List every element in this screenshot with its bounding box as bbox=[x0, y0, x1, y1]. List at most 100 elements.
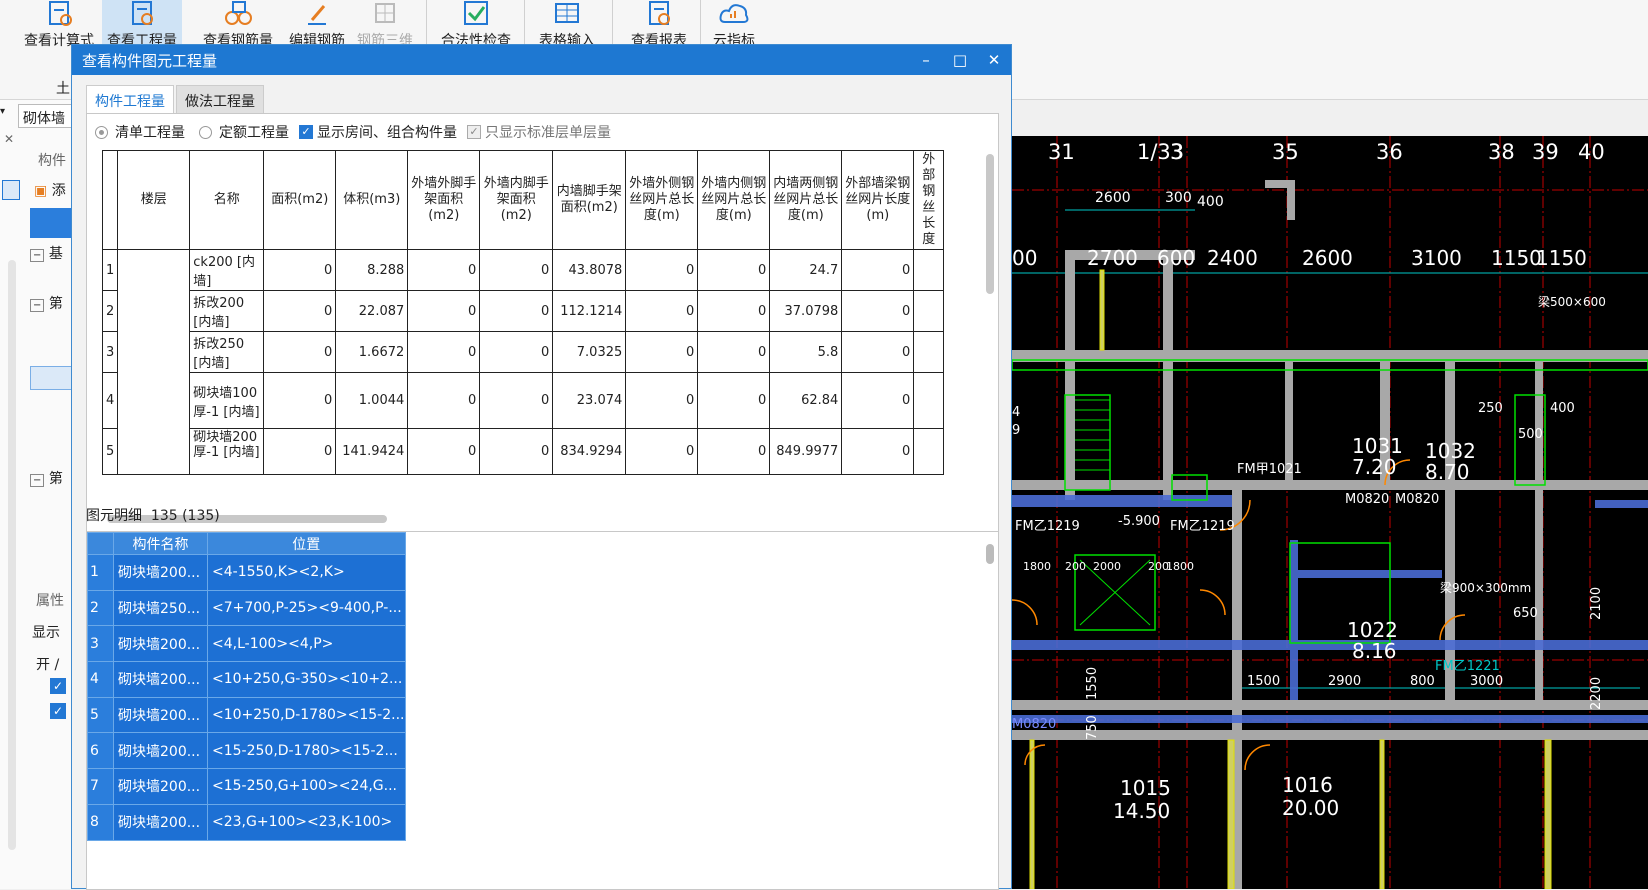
row-index: 7 bbox=[87, 768, 114, 805]
table-row[interactable]: 4 砌块墙200... <10+250,G-350><10+2... bbox=[87, 661, 406, 698]
component-type-combo[interactable]: 砌体墙 bbox=[18, 104, 72, 128]
column-header[interactable]: 外墙外侧钢丝网片总长度(m) bbox=[625, 150, 699, 250]
column-header[interactable]: 内墙两侧钢丝网片总长度(m) bbox=[769, 150, 843, 250]
column-header[interactable]: 外墙外脚手架面积(m2) bbox=[407, 150, 481, 250]
close-icon[interactable]: ✕ bbox=[4, 132, 14, 146]
name-cell: 拆改250 [内墙] bbox=[189, 331, 265, 373]
column-header[interactable]: 外部墙梁钢丝网片长度(m) bbox=[841, 150, 915, 250]
selected-tree-row[interactable] bbox=[30, 208, 72, 238]
dialog-titlebar[interactable]: 查看构件图元工程量 – □ ✕ bbox=[72, 45, 1011, 75]
table-row[interactable]: 2 砌块墙250... <7+700,P-25><9-400,P-... bbox=[87, 589, 406, 627]
close-button[interactable]: ✕ bbox=[977, 51, 1011, 69]
collapse-icon[interactable]: − bbox=[30, 299, 45, 312]
table-row[interactable]: 1 ck200 [内墙] 0 8.288 0 0 43.8078 0 0 24.… bbox=[101, 249, 945, 475]
column-header[interactable]: 内墙脚手架面积(m2) bbox=[552, 150, 627, 250]
view-rebar-button[interactable]: 查看钢筋量 bbox=[198, 0, 278, 50]
column-header[interactable]: 外墙内脚手架面积(m2) bbox=[479, 150, 554, 250]
value-cell bbox=[913, 331, 945, 373]
door-label: FM乙1221 bbox=[1435, 659, 1500, 674]
dimension: 2700 bbox=[1087, 246, 1138, 270]
validity-check-button[interactable]: 合法性检查 bbox=[434, 0, 518, 50]
value-cell: 141.9424 bbox=[335, 428, 409, 475]
dimension: 200 bbox=[1065, 560, 1086, 573]
column-header[interactable]: 名称 bbox=[189, 150, 265, 250]
table-row[interactable]: 3 拆改250 [内墙] 0 1.6672 0 0 7.0325 0 0 5.8… bbox=[101, 331, 945, 373]
value-cell: 0 bbox=[407, 428, 481, 475]
table-row[interactable]: 5 砌块墙200... <10+250,D-1780><15-2... bbox=[87, 696, 406, 734]
table-row[interactable]: 2 拆改200 [内墙] 0 22.087 0 0 112.1214 0 0 3… bbox=[101, 290, 945, 332]
name-cell: 砌块墙200厚-1 [内墙] bbox=[189, 428, 265, 475]
detail-scrollbar[interactable] bbox=[986, 544, 994, 564]
value-cell: 0 bbox=[697, 290, 771, 332]
row-index: 3 bbox=[87, 625, 114, 663]
add-component-button[interactable]: ▣ 添 bbox=[34, 180, 66, 200]
table-row[interactable]: 5 砌块墙200厚-1 [内墙] 0 141.9424 0 0 834.9294… bbox=[101, 428, 945, 475]
tree-node[interactable]: − 第 bbox=[30, 293, 63, 313]
tree-node[interactable]: − 第 bbox=[30, 468, 63, 488]
dropdown-arrow-icon[interactable]: ▾ bbox=[0, 106, 12, 128]
rebar-3d-button[interactable]: 钢筋三维 bbox=[352, 0, 418, 50]
report-icon bbox=[642, 0, 676, 30]
value-cell: 0 bbox=[479, 290, 554, 332]
tab-method-quantity[interactable]: 做法工程量 bbox=[176, 85, 264, 113]
value-cell: 8.288 bbox=[335, 249, 409, 291]
value-cell: 0 bbox=[841, 331, 915, 373]
axis-label: 3 bbox=[1170, 140, 1183, 164]
edit-rebar-button[interactable]: 编辑钢筋 bbox=[282, 0, 352, 50]
column-header[interactable]: 楼层 bbox=[117, 150, 191, 250]
table-input-button[interactable]: 表格输入 bbox=[530, 0, 604, 50]
value-cell: 0 bbox=[407, 249, 481, 291]
minimize-button[interactable]: – bbox=[909, 51, 943, 69]
dimension: 1150 bbox=[1536, 246, 1587, 270]
quantity-dialog: 查看构件图元工程量 – □ ✕ 构件工程量 做法工程量 清单工程量 定额工程量 … bbox=[71, 44, 1012, 890]
norm-quantity-radio[interactable] bbox=[199, 125, 212, 139]
position-cell: <15-250,G+100><24,G... bbox=[207, 768, 406, 805]
property-checkbox[interactable]: ✓ bbox=[50, 678, 66, 694]
cloud-index-button[interactable]: 云指标 bbox=[706, 0, 762, 50]
value-cell: 0 bbox=[479, 331, 554, 373]
property-checkbox[interactable]: ✓ bbox=[50, 703, 66, 719]
table-row[interactable]: 3 砌块墙200... <4,L-100><4,P> bbox=[87, 625, 406, 663]
column-header[interactable]: 位置 bbox=[207, 532, 406, 555]
cad-canvas[interactable]: 31 1/33 3 35 36 38 39 40 2600 300 400 00… bbox=[1012, 136, 1648, 889]
door-label: M0820 bbox=[1395, 492, 1439, 507]
tab-component-quantity[interactable]: 构件工程量 bbox=[86, 85, 174, 113]
table-row[interactable]: 1 砌块墙200... <4-1550,K><2,K> bbox=[87, 554, 406, 591]
view-quantity-button[interactable]: 查看工程量 bbox=[102, 0, 182, 50]
table-row[interactable]: 6 砌块墙200... <15-250,D-1780><15-2... bbox=[87, 732, 406, 770]
value-cell: 0 bbox=[263, 290, 337, 332]
calc-view-icon bbox=[42, 0, 76, 30]
beam-label: 梁900×300mm bbox=[1440, 580, 1531, 595]
tree-node[interactable]: − 基 bbox=[30, 243, 63, 263]
column-header[interactable]: 面积(m2) bbox=[263, 150, 337, 250]
dimension: 800 bbox=[1410, 674, 1435, 689]
column-header[interactable]: 构件名称 bbox=[113, 532, 208, 555]
scrollbar[interactable] bbox=[8, 260, 16, 850]
axis-fragment: 9 bbox=[1012, 423, 1020, 438]
table-row[interactable]: 7 砌块墙200... <15-250,G+100><24,G... bbox=[87, 768, 406, 805]
collapse-icon[interactable]: − bbox=[30, 249, 45, 262]
column-header[interactable]: 外墙内侧钢丝网片总长度(m) bbox=[697, 150, 771, 250]
quantity-panel: 清单工程量 定额工程量 ✓ 显示房间、组合构件量 ✓ 只显示标准层单层量 楼层 … bbox=[86, 113, 999, 538]
highlighted-tree-row[interactable] bbox=[30, 366, 72, 390]
value-cell: 0 bbox=[841, 290, 915, 332]
view-formula-button[interactable]: 查看计算式 bbox=[20, 0, 98, 50]
column-header[interactable]: 体积(m3) bbox=[335, 150, 409, 250]
position-cell: <10+250,D-1780><15-2... bbox=[207, 696, 406, 734]
list-view-icon[interactable] bbox=[2, 180, 20, 200]
view-report-button[interactable]: 查看报表 bbox=[622, 0, 696, 50]
collapse-icon[interactable]: − bbox=[30, 474, 45, 487]
table-row[interactable]: 8 砌块墙200... <23,G+100><23,K-100> bbox=[87, 803, 406, 841]
row-index-header bbox=[101, 150, 119, 250]
add-label: 添 bbox=[51, 183, 66, 199]
ribbon-group-label: 土 bbox=[56, 81, 70, 97]
check-icon bbox=[459, 0, 493, 30]
value-cell: 112.1214 bbox=[552, 290, 627, 332]
table-row[interactable]: 4 砌块墙100厚-1 [内墙] 0 1.0044 0 0 23.074 0 0… bbox=[101, 372, 945, 429]
standard-floor-checkbox[interactable]: ✓ bbox=[467, 125, 481, 139]
table-vertical-scrollbar[interactable] bbox=[986, 154, 994, 294]
list-quantity-radio[interactable] bbox=[95, 125, 108, 139]
show-room-checkbox[interactable]: ✓ bbox=[299, 125, 313, 139]
maximize-button[interactable]: □ bbox=[943, 51, 977, 69]
column-header[interactable]: 外部钢丝长度 bbox=[913, 150, 945, 250]
